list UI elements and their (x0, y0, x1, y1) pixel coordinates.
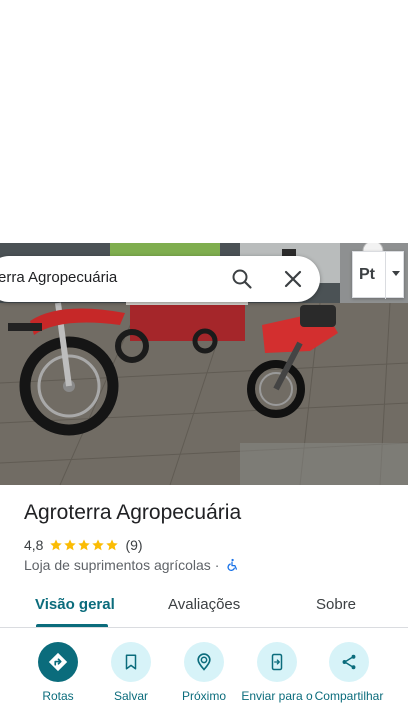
place-tabs: Visão geral Avaliações Sobre (0, 586, 408, 628)
star-icon (92, 539, 105, 551)
star-rating (49, 538, 119, 552)
place-title: Agroterra Agropecuária (24, 501, 242, 524)
place-category: Loja de suprimentos agrícolas (24, 557, 211, 573)
nearby-label: Próximo (181, 689, 226, 703)
search-bar[interactable]: erra Agropecuária (0, 256, 320, 302)
save-button[interactable]: Salvar (93, 640, 169, 704)
action-bar: Rotas Salvar Próximo Enviar para o Compa… (0, 640, 408, 726)
separator-dot: · (214, 557, 220, 573)
tab-about[interactable]: Sobre (316, 596, 356, 613)
send-to-phone-button[interactable]: Enviar para o (239, 640, 315, 704)
close-icon[interactable] (281, 267, 305, 291)
send-to-phone-label: Enviar para o (241, 689, 313, 703)
send-to-phone-icon (257, 642, 297, 682)
save-label: Salvar (113, 689, 148, 703)
search-query-text[interactable]: erra Agropecuária (0, 269, 117, 286)
nearby-button[interactable]: Próximo (166, 640, 242, 704)
bookmark-icon (111, 642, 151, 682)
directions-label: Rotas (42, 689, 74, 703)
review-count[interactable]: (9) (125, 537, 142, 553)
language-selector[interactable]: Pt (352, 251, 405, 299)
star-icon (106, 539, 119, 551)
nearby-icon (184, 642, 224, 682)
star-icon (78, 539, 91, 551)
wheelchair-accessible-icon (227, 558, 238, 571)
share-label: Compartilhar (314, 689, 384, 703)
active-tab-indicator (36, 624, 108, 627)
tab-reviews[interactable]: Avaliações (168, 596, 240, 613)
language-label: Pt (359, 266, 375, 283)
category-row: Loja de suprimentos agrícolas · (24, 556, 239, 574)
chevron-down-icon[interactable] (385, 252, 405, 299)
share-button[interactable]: Compartilhar (311, 640, 387, 704)
share-icon (329, 642, 369, 682)
directions-button[interactable]: Rotas (20, 640, 96, 704)
search-icon[interactable] (230, 267, 254, 291)
tab-overview[interactable]: Visão geral (35, 596, 115, 613)
rating-row[interactable]: 4,8 (9) (24, 536, 143, 554)
rating-value: 4,8 (24, 537, 44, 553)
star-icon (64, 539, 77, 551)
directions-icon (38, 642, 78, 682)
star-icon (50, 539, 63, 551)
map-blank-area (0, 0, 408, 243)
